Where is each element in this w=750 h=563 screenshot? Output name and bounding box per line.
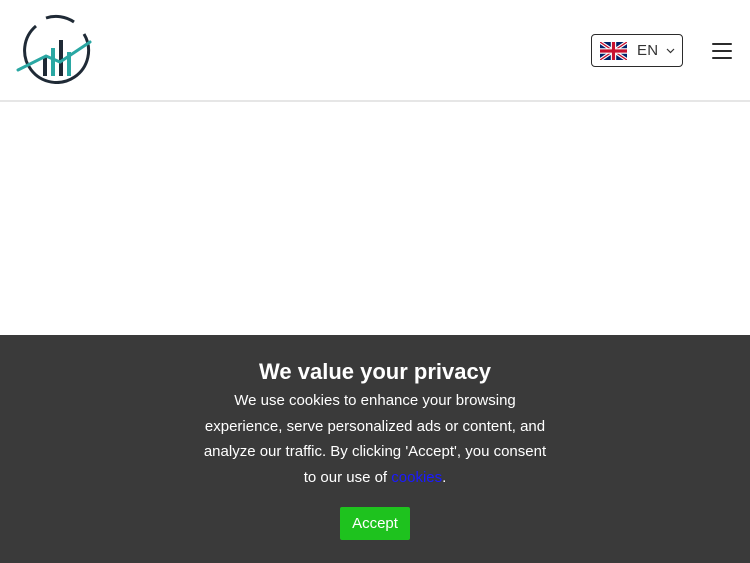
cookie-text-body: We use cookies to enhance your browsing … [203, 392, 547, 486]
cookies-link[interactable]: cookies [391, 469, 442, 486]
cookie-text-end: . [442, 468, 447, 486]
menu-line [712, 43, 732, 45]
cookie-banner-text: We use cookies to enhance your browsing … [200, 388, 550, 490]
cookie-banner-title: We value your privacy [259, 359, 491, 384]
menu-line [712, 57, 732, 59]
chart-logo-icon [16, 14, 92, 84]
accept-button[interactable]: Accept [340, 507, 410, 540]
cookie-consent-banner: We value your privacy We use cookies to … [0, 335, 750, 563]
hamburger-menu-icon[interactable] [712, 42, 734, 60]
chevron-down-icon [667, 48, 675, 53]
language-code: EN [637, 42, 659, 59]
menu-line [712, 50, 732, 52]
uk-flag-icon [600, 41, 627, 60]
site-header: EN [0, 0, 750, 102]
site-logo[interactable] [16, 12, 92, 84]
page: EN We value your privacy We use cookies … [0, 0, 750, 563]
language-selector[interactable]: EN [591, 34, 683, 67]
